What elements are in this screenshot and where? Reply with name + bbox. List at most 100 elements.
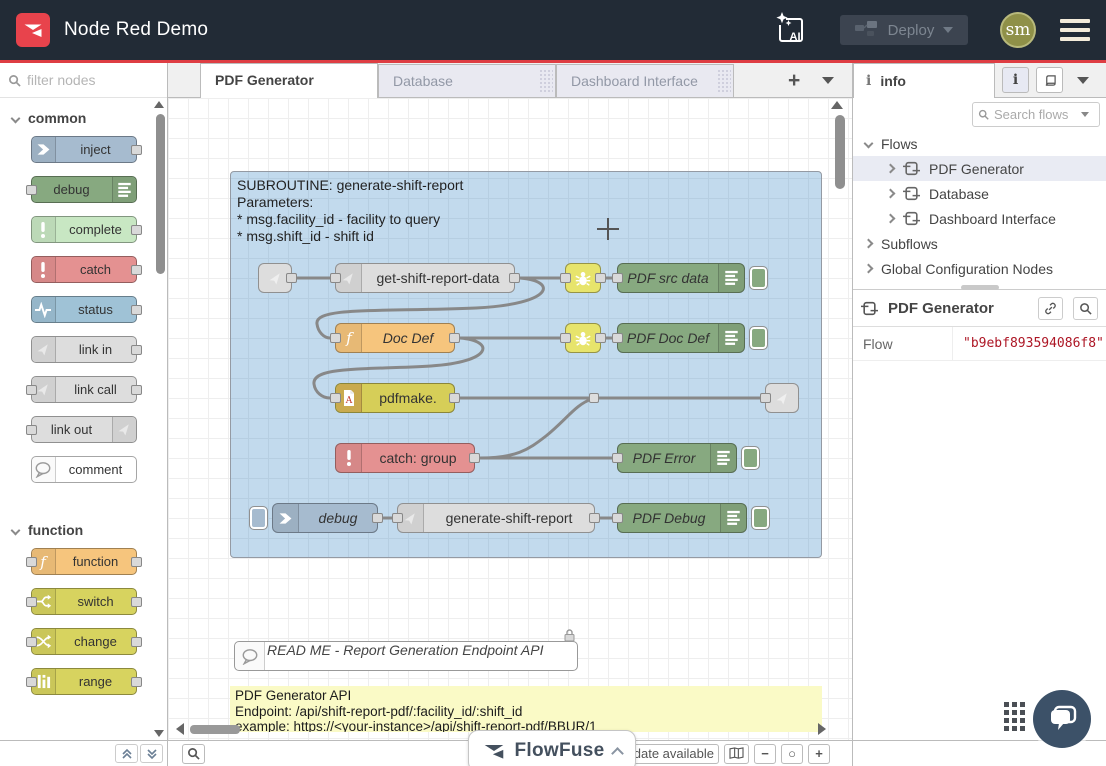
node-port[interactable] [469,453,480,463]
debug-pdf-debug-button[interactable] [751,506,770,530]
chevron-right-icon[interactable] [864,264,874,274]
node-port[interactable] [589,513,600,523]
chat-widget-button[interactable] [1033,690,1091,748]
user-avatar[interactable]: sm [1000,12,1036,48]
node-port[interactable] [612,333,623,343]
tree-item-pdf-generator[interactable]: PDF Generator [853,156,1106,181]
sidebar-tabs-caret-icon[interactable] [1077,77,1089,84]
palette-scroll-up-icon[interactable] [154,101,164,108]
palette-node-link-in[interactable]: link in [31,336,137,363]
link-call-get-shift-report-data[interactable]: get-shift-report-data [335,263,515,293]
flow-tab-Database[interactable]: Database [378,64,556,98]
palette-node-inject[interactable]: inject [31,136,137,163]
node-port[interactable] [760,393,771,403]
debug-pdf-doc-def-button[interactable] [749,326,768,350]
debug-pdf-error-button[interactable] [741,446,760,470]
node-port[interactable] [26,637,37,647]
sidebar-info-button[interactable]: i [1002,67,1029,93]
node-port[interactable] [560,333,571,343]
search-flow-button[interactable] [1073,297,1098,320]
chevron-right-icon[interactable] [886,164,896,174]
inject-debug-node-button[interactable] [249,506,268,530]
chevron-right-icon[interactable] [864,239,874,249]
node-port[interactable] [595,333,606,343]
palette-node-comment[interactable]: comment [31,456,137,483]
canvas-scroll-left-icon[interactable] [176,723,184,735]
node-port[interactable] [612,453,623,463]
palette-scroll-down-icon[interactable] [154,730,164,737]
palette-expand-all-button[interactable] [140,744,163,763]
node-port[interactable] [330,273,341,283]
node-port[interactable] [26,597,37,607]
copy-link-button[interactable] [1038,297,1063,320]
node-port[interactable] [26,185,37,195]
zoom-out-button[interactable]: − [754,744,776,764]
node-port[interactable] [131,597,142,607]
flow-tab-PDF-Generator[interactable]: PDF Generator [200,63,378,98]
tree-item-database[interactable]: Database [853,181,1106,206]
tree-item-flows[interactable]: Flows [853,131,1106,156]
link-out-node[interactable] [765,383,799,413]
debug-pdf-src-data[interactable]: PDF src data [617,263,745,293]
palette-node-catch[interactable]: catch [31,256,137,283]
debug-pdf-src-data-button[interactable] [749,266,768,290]
node-port[interactable] [131,225,142,235]
node-port[interactable] [595,273,606,283]
tab-info[interactable]: i info [853,63,995,98]
ai-assistant-icon[interactable]: AI [774,11,810,49]
node-port[interactable] [131,637,142,647]
node-port[interactable] [26,557,37,567]
palette-node-switch[interactable]: switch [31,588,137,615]
node-port[interactable] [449,393,460,403]
canvas-search-button[interactable] [182,744,205,764]
widget-drag-handle-icon[interactable] [1004,702,1026,738]
flowfuse-panel-toggle[interactable]: FlowFuse [468,730,636,766]
node-port[interactable] [612,513,623,523]
node-port[interactable] [330,393,341,403]
debug-junction-1[interactable] [565,263,601,293]
flow-tab-Dashboard-Interface[interactable]: Dashboard Interface [556,64,734,98]
debug-junction-2[interactable] [565,323,601,353]
node-port[interactable] [131,265,142,275]
node-port[interactable] [392,513,403,523]
node-port[interactable] [131,345,142,355]
main-menu-icon[interactable] [1060,19,1090,41]
link-in-node[interactable] [258,263,292,293]
canvas-scroll-up-icon[interactable] [831,101,843,109]
node-port[interactable] [131,385,142,395]
link-call-generate-shift-report[interactable]: generate-shift-report [397,503,595,533]
debug-pdf-doc-def[interactable]: PDF Doc Def [617,323,745,353]
catch-group-node[interactable]: catch: group [335,443,475,473]
node-port[interactable] [131,677,142,687]
palette-node-complete[interactable]: complete [31,216,137,243]
node-port[interactable] [612,273,623,283]
pdfmake-node[interactable]: Apdfmake. [335,383,455,413]
search-flows-input[interactable] [994,107,1076,122]
tree-item-dashboard-interface[interactable]: Dashboard Interface [853,206,1106,231]
canvas-vscrollbar[interactable] [835,115,845,189]
canvas-scroll-right-icon[interactable] [818,723,826,735]
palette-category-common[interactable]: common [0,98,167,136]
palette-scrollbar[interactable] [156,114,165,274]
add-flow-button[interactable]: + [780,65,808,97]
navigator-button[interactable] [724,744,749,764]
flow-list-caret-icon[interactable] [822,77,834,84]
node-port[interactable] [330,333,341,343]
node-port[interactable] [286,273,297,283]
palette-node-status[interactable]: status [31,296,137,323]
comment-node-readme[interactable]: READ ME - Report Generation Endpoint API [234,641,578,671]
debug-pdf-error[interactable]: PDF Error [617,443,737,473]
palette-filter-input[interactable] [27,72,147,88]
function-doc-def[interactable]: fDoc Def [335,323,455,353]
deploy-button[interactable]: Deploy [840,15,968,45]
sidebar-help-button[interactable] [1036,67,1063,93]
tree-item-global-configuration-nodes[interactable]: Global Configuration Nodes [853,256,1106,281]
zoom-reset-button[interactable]: ○ [781,744,803,764]
node-port[interactable] [131,557,142,567]
palette-node-change[interactable]: change [31,628,137,655]
palette-category-function[interactable]: function [0,496,167,548]
sidebar-divider[interactable] [853,289,1106,290]
divider-handle-icon[interactable] [961,285,999,290]
flow-canvas[interactable]: SUBROUTINE: generate-shift-report Parame… [168,98,852,740]
node-port[interactable] [560,273,571,283]
